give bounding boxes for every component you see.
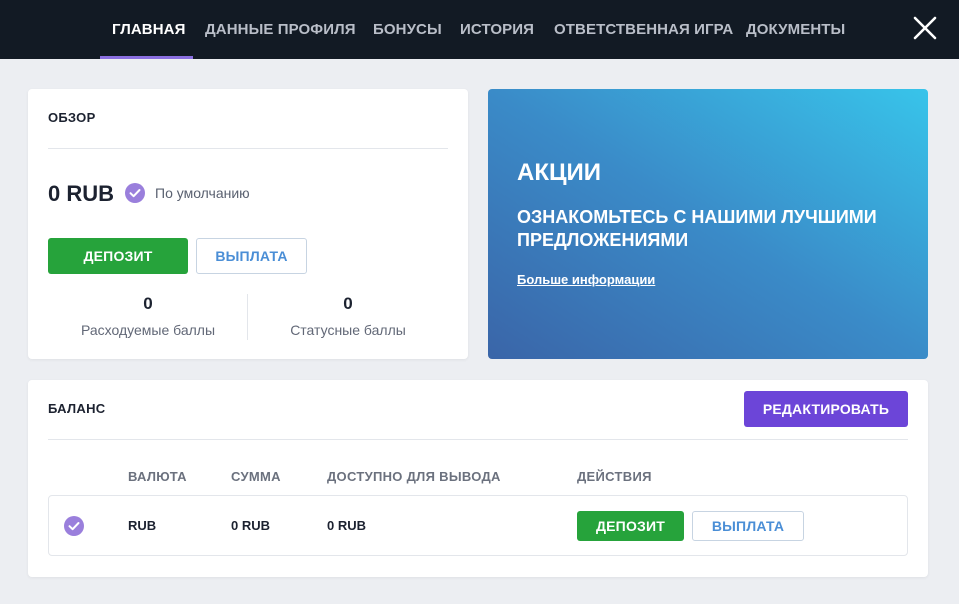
column-header-amount: СУММА <box>231 469 281 484</box>
overview-card: ОБЗОР 0 RUB По умолчанию ДЕПОЗИТ ВЫПЛАТА… <box>28 89 468 359</box>
status-points-value: 0 <box>343 294 353 313</box>
close-icon[interactable] <box>910 13 940 43</box>
balance-divider <box>48 439 908 440</box>
promo-subtitle: ОЗНАКОМЬТЕСЬ С НАШИМИ ЛУЧШИМИ ПРЕДЛОЖЕНИ… <box>517 207 877 250</box>
column-header-currency: ВАЛЮТА <box>128 469 187 484</box>
status-points-label: Статусные баллы <box>290 322 406 338</box>
active-tab-indicator <box>100 56 193 59</box>
table-row: RUB 0 RUB 0 RUB ДЕПОЗИТ ВЫПЛАТА <box>48 495 908 556</box>
balance-amount: 0 RUB <box>48 181 115 206</box>
edit-button[interactable]: РЕДАКТИРОВАТЬ <box>744 391 908 427</box>
deposit-button[interactable]: ДЕПОЗИТ <box>48 238 188 274</box>
promo-banner: АКЦИИ ОЗНАКОМЬТЕСЬ С НАШИМИ ЛУЧШИМИ ПРЕД… <box>488 89 928 359</box>
tab-profile-data[interactable]: ДАННЫЕ ПРОФИЛЯ <box>205 0 356 59</box>
overview-divider <box>48 148 448 149</box>
row-withdraw-button[interactable]: ВЫПЛАТА <box>692 511 804 541</box>
top-navigation: ГЛАВНАЯ ДАННЫЕ ПРОФИЛЯ БОНУСЫ ИСТОРИЯ ОТ… <box>0 0 959 59</box>
promo-title: АКЦИИ <box>517 159 602 186</box>
row-deposit-button[interactable]: ДЕПОЗИТ <box>577 511 684 541</box>
more-info-link[interactable]: Больше информации <box>517 272 655 287</box>
tab-history[interactable]: ИСТОРИЯ <box>460 0 534 59</box>
cell-currency: RUB <box>128 518 157 533</box>
tab-main[interactable]: ГЛАВНАЯ <box>112 0 185 59</box>
cell-available: 0 RUB <box>327 518 367 533</box>
default-currency-label: По умолчанию <box>155 185 250 201</box>
withdraw-button[interactable]: ВЫПЛАТА <box>196 238 307 274</box>
column-header-available: ДОСТУПНО ДЛЯ ВЫВОДА <box>327 469 501 484</box>
check-circle-icon <box>64 516 84 536</box>
cell-amount: 0 RUB <box>231 518 271 533</box>
check-circle-icon <box>125 183 145 203</box>
balance-card: БАЛАНС РЕДАКТИРОВАТЬ ВАЛЮТА СУММА ДОСТУП… <box>28 380 928 577</box>
balance-title: БАЛАНС <box>48 401 106 416</box>
overview-title: ОБЗОР <box>48 110 96 125</box>
column-header-actions: ДЕЙСТВИЯ <box>577 469 652 484</box>
spendable-points-value: 0 <box>143 294 153 313</box>
tab-documents[interactable]: ДОКУМЕНТЫ <box>746 0 845 59</box>
tab-bonuses[interactable]: БОНУСЫ <box>373 0 442 59</box>
tab-responsible-gaming[interactable]: ОТВЕТСТВЕННАЯ ИГРА <box>554 0 733 59</box>
spendable-points-label: Расходуемые баллы <box>80 322 216 338</box>
